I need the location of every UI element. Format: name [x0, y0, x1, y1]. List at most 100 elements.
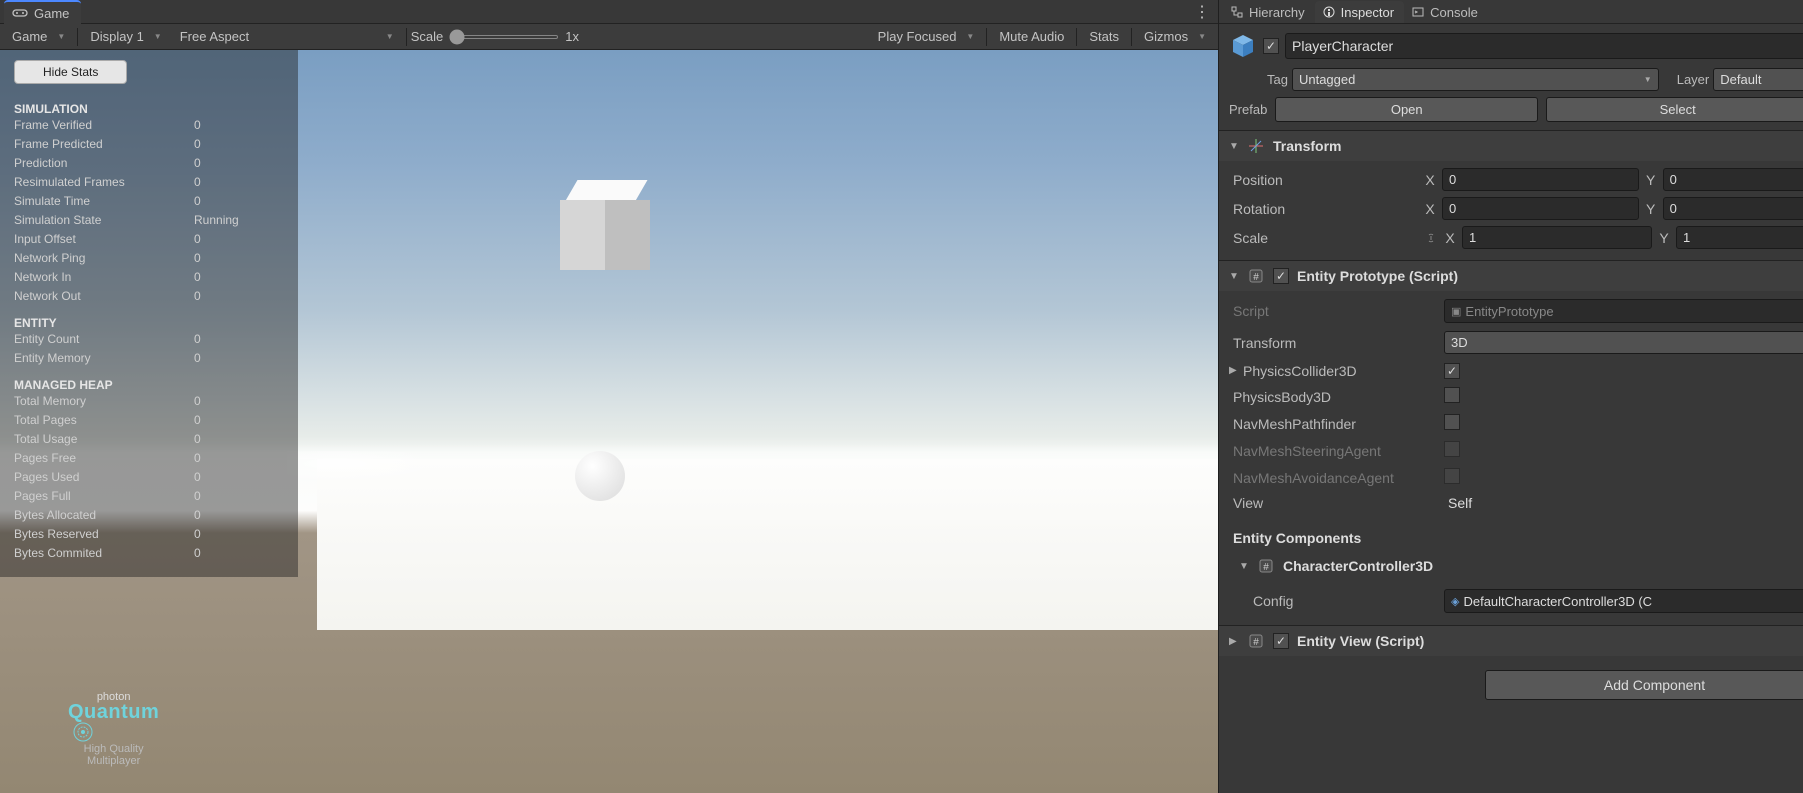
stats-value: 0 — [194, 349, 284, 368]
stats-row: Network In0 — [14, 268, 284, 287]
entity-view-component: ▶ # Entity View (Script) ?⋮ — [1219, 625, 1803, 656]
navmesh-steering-checkbox — [1444, 441, 1460, 457]
scale-link-icon[interactable] — [1424, 231, 1438, 245]
active-checkbox[interactable] — [1263, 38, 1279, 54]
display-dropdown[interactable]: Display 1▼ — [82, 26, 169, 47]
stats-value: 0 — [194, 116, 284, 135]
stats-row: Total Memory0 — [14, 392, 284, 411]
position-y-input[interactable] — [1663, 168, 1803, 191]
stats-row: Input Offset0 — [14, 230, 284, 249]
photon-logo: photon Quantum High Quality Multiplayer — [68, 691, 159, 767]
stats-section-header: SIMULATION — [14, 102, 284, 116]
stats-key: Network In — [14, 268, 194, 287]
stats-row: Bytes Commited0 — [14, 544, 284, 563]
fold-icon[interactable]: ▼ — [1229, 271, 1239, 282]
script-field[interactable]: ▣EntityPrototype⊙ — [1444, 299, 1803, 323]
stats-row: Entity Count0 — [14, 330, 284, 349]
stats-row: Network Ping0 — [14, 249, 284, 268]
fold-icon[interactable]: ▶ — [1229, 636, 1239, 647]
stats-value: 0 — [194, 487, 284, 506]
stats-row: Pages Free0 — [14, 449, 284, 468]
scale-x-input[interactable] — [1462, 226, 1652, 249]
stats-key: Entity Memory — [14, 349, 194, 368]
stats-overlay: Hide Stats SIMULATIONFrame Verified0Fram… — [0, 50, 298, 577]
gamepad-icon — [12, 7, 28, 19]
component-enable-checkbox[interactable] — [1273, 633, 1289, 649]
fold-icon[interactable]: ▼ — [1229, 141, 1239, 152]
gizmos-dropdown[interactable]: Gizmos▼ — [1136, 26, 1214, 47]
tab-menu-icon[interactable]: ⋮ — [1194, 2, 1210, 22]
object-name-input[interactable] — [1285, 33, 1803, 59]
stats-key: Bytes Allocated — [14, 506, 194, 525]
physics-collider-checkbox[interactable] — [1444, 363, 1460, 379]
scene-sphere — [575, 451, 625, 501]
ep-transform-dropdown[interactable]: 3D▼ — [1444, 331, 1803, 354]
layer-label: Layer — [1677, 72, 1710, 87]
physics-body-checkbox[interactable] — [1444, 387, 1460, 403]
layer-dropdown[interactable]: Default▼ — [1713, 68, 1803, 91]
asset-ref-icon: ◈ — [1451, 595, 1459, 608]
prefab-select-button[interactable]: Select — [1546, 97, 1803, 122]
tag-dropdown[interactable]: Untagged▼ — [1292, 68, 1659, 91]
fold-icon[interactable]: ▼ — [1239, 561, 1249, 572]
tab-inspector[interactable]: Inspector — [1315, 1, 1404, 23]
scale-slider[interactable] — [449, 35, 559, 39]
stats-row: Resimulated Frames0 — [14, 173, 284, 192]
entity-view-title: Entity View (Script) — [1297, 633, 1803, 649]
stats-row: Simulation StateRunning — [14, 211, 284, 230]
hide-stats-button[interactable]: Hide Stats — [14, 60, 127, 84]
game-tabbar: Game ⋮ — [0, 0, 1218, 24]
hierarchy-icon — [1231, 6, 1243, 18]
tab-game[interactable]: Game — [4, 0, 81, 24]
scale-label: Scale — [411, 29, 444, 44]
stats-key: Frame Verified — [14, 116, 194, 135]
stats-value: 0 — [194, 249, 284, 268]
stats-value: 0 — [194, 468, 284, 487]
stats-key: Simulate Time — [14, 192, 194, 211]
stats-value: 0 — [194, 173, 284, 192]
rotation-y-input[interactable] — [1663, 197, 1803, 220]
navmesh-avoidance-checkbox — [1444, 468, 1460, 484]
tab-console[interactable]: Console — [1404, 1, 1488, 23]
navmesh-pathfinder-label: NavMeshPathfinder — [1229, 416, 1444, 432]
rotation-x-input[interactable] — [1442, 197, 1639, 220]
stats-key: Network Ping — [14, 249, 194, 268]
stats-row: Bytes Allocated0 — [14, 506, 284, 525]
stats-key: Input Offset — [14, 230, 194, 249]
entity-prototype-title: Entity Prototype (Script) — [1297, 268, 1803, 284]
transform-title: Transform — [1273, 138, 1803, 154]
stats-value: 0 — [194, 154, 284, 173]
prefab-open-button[interactable]: Open — [1275, 97, 1538, 122]
stats-key: Simulation State — [14, 211, 194, 230]
stats-value: 0 — [194, 544, 284, 563]
stats-row: Pages Used0 — [14, 468, 284, 487]
camera-dropdown[interactable]: Game▼ — [4, 26, 73, 47]
stats-value: 0 — [194, 135, 284, 154]
aspect-dropdown[interactable]: Free Aspect▼ — [172, 26, 402, 47]
stats-key: Pages Used — [14, 468, 194, 487]
mute-audio-toggle[interactable]: Mute Audio — [991, 26, 1072, 47]
stats-toggle[interactable]: Stats — [1081, 26, 1127, 47]
component-enable-checkbox[interactable] — [1273, 268, 1289, 284]
stats-key: Network Out — [14, 287, 194, 306]
stats-section-header: ENTITY — [14, 316, 284, 330]
stats-row: Frame Verified0 — [14, 116, 284, 135]
stats-key: Total Memory — [14, 392, 194, 411]
scale-y-input[interactable] — [1676, 226, 1803, 249]
tab-hierarchy[interactable]: Hierarchy — [1223, 1, 1315, 23]
stats-value: 0 — [194, 430, 284, 449]
object-header: Static▼ — [1219, 24, 1803, 68]
stats-row: Total Pages0 — [14, 411, 284, 430]
play-focused-dropdown[interactable]: Play Focused▼ — [870, 26, 983, 47]
fold-icon[interactable]: ▶ — [1229, 365, 1239, 376]
prefab-label: Prefab — [1229, 102, 1267, 117]
physics-body-label: PhysicsBody3D — [1229, 389, 1444, 405]
scene-ground — [317, 459, 1218, 630]
position-x-input[interactable] — [1442, 168, 1639, 191]
add-component-button[interactable]: Add Component — [1485, 670, 1803, 700]
scene-cube — [560, 180, 650, 270]
svg-text:#: # — [1253, 272, 1259, 283]
navmesh-pathfinder-checkbox[interactable] — [1444, 414, 1460, 430]
config-field[interactable]: ◈DefaultCharacterController3D (C⊙ — [1444, 589, 1803, 613]
console-icon — [1412, 6, 1424, 18]
